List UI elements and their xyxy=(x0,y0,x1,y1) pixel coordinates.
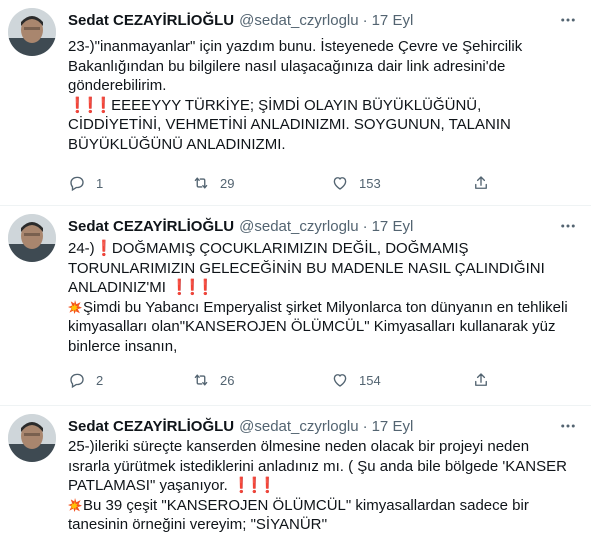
red-exclamation-emoji: ❗ xyxy=(196,279,215,296)
tweet-date[interactable]: 17 Eyl xyxy=(372,418,414,435)
text-line: 24-)❗ DOĞMAMIŞ ÇOCUKLARIMIZIN DEĞİL, DOĞ… xyxy=(68,239,583,259)
tweet-date[interactable]: 17 Eyl xyxy=(372,12,414,29)
red-exclamation-emoji: ❗ xyxy=(81,96,100,114)
tweet-header: Sedat CEZAYİRLİOĞLU @sedat_czyrloglu · 1… xyxy=(68,216,583,236)
text-line: Şimdi bu Yabancı Emperyalist şirket Mily… xyxy=(68,298,583,318)
text-line: 25-)ileriki süreçte kanserden ölmesine n… xyxy=(68,438,530,455)
reply-count: 1 xyxy=(96,175,104,191)
separator-dot: · xyxy=(362,417,368,435)
text-segment: ANLADINIZ'MI xyxy=(68,279,166,296)
reply-icon xyxy=(70,373,84,389)
tweet-header: Sedat CEZAYİRLİOĞLU @sedat_czyrloglu · 1… xyxy=(68,416,583,436)
text-line: ❗❗❗ EEEEYYY TÜRKİYE; ŞİMDİ OLAYIN BÜYÜKL… xyxy=(68,96,583,116)
red-exclamation-emoji: ❗ xyxy=(258,477,277,494)
red-exclamation-emoji: ❗ xyxy=(94,96,113,114)
text-line: TORUNLARIMIZIN GELECEĞİNİN BU MADENLE NA… xyxy=(68,259,545,277)
tweet-text: 23-)"inanmayanlar" için yazdım bunu. İst… xyxy=(68,37,583,154)
text-line: CİDDİYETİNİ, VEHMETİNİ ANLADINIZMI. SOYG… xyxy=(68,116,511,133)
author-name[interactable]: Sedat CEZAYİRLİOĞLU xyxy=(68,218,234,235)
text-line: tanesinin örneğini vereyim; "SİYANÜR'' xyxy=(68,516,328,533)
author-name[interactable]: Sedat CEZAYİRLİOĞLU xyxy=(68,12,234,29)
reply-icon xyxy=(70,176,84,192)
retweet-count: 29 xyxy=(220,175,235,191)
tweet-text: 24-)❗ DOĞMAMIŞ ÇOCUKLARIMIZIN DEĞİL, DOĞ… xyxy=(68,239,583,356)
author-name[interactable]: Sedat CEZAYİRLİOĞLU xyxy=(68,418,234,435)
text-segment: EEEEYYY TÜRKİYE; ŞİMDİ OLAYIN BÜYÜKLÜĞÜN… xyxy=(111,96,482,114)
heart-icon xyxy=(333,177,347,190)
text-line: kimyasalları olan"KANSEROJEN ÖLÜMCÜL" Ki… xyxy=(68,318,556,335)
red-exclamation-emoji: ❗ xyxy=(170,279,189,296)
tweet-header: Sedat CEZAYİRLİOĞLU @sedat_czyrloglu · 1… xyxy=(68,10,583,30)
red-exclamation-emoji: ❗ xyxy=(94,240,114,257)
reply-button[interactable]: 1 xyxy=(68,172,103,194)
text-line: PATLAMASI" yaşanıyor. ❗❗❗ xyxy=(68,476,583,496)
share-icon xyxy=(475,176,487,189)
text-segment: Bu 39 çeşit "KANSEROJEN ÖLÜMCÜL" kimyasa… xyxy=(83,496,529,514)
red-exclamation-emoji: ❗ xyxy=(183,279,202,296)
avatar[interactable] xyxy=(8,8,56,56)
text-line: Bakanlığından bu bilgilere nasıl ulaşaca… xyxy=(68,57,506,75)
more-horizontal-icon[interactable] xyxy=(557,216,579,236)
retweet-button[interactable]: 29 xyxy=(192,172,234,194)
tweet-1[interactable]: Sedat CEZAYİRLİOĞLU @sedat_czyrloglu · 1… xyxy=(0,0,591,206)
text-segment: Şimdi bu Yabancı Emperyalist şirket Mily… xyxy=(83,298,568,316)
collision-emoji xyxy=(68,497,82,512)
reply-button[interactable]: 2 xyxy=(68,369,103,391)
share-icon xyxy=(475,373,487,386)
text-line: binlerce insanın, xyxy=(68,337,178,355)
author-handle[interactable]: @sedat_czyrloglu xyxy=(239,12,358,29)
avatar[interactable] xyxy=(8,214,56,262)
avatar[interactable] xyxy=(8,414,56,462)
text-segment: PATLAMASI" yaşanıyor. xyxy=(68,477,228,494)
text-line: ısrarla yürütmek istediklerini anladınız… xyxy=(68,457,567,475)
tweet-actions: 1 29 153 xyxy=(68,172,508,194)
reply-count: 2 xyxy=(96,372,104,388)
separator-dot: · xyxy=(362,217,368,235)
like-count: 153 xyxy=(359,175,381,191)
retweet-icon xyxy=(194,177,208,189)
tweet-2[interactable]: Sedat CEZAYİRLİOĞLU @sedat_czyrloglu · 1… xyxy=(0,206,591,406)
red-exclamation-emoji: ❗ xyxy=(232,477,251,494)
author-handle[interactable]: @sedat_czyrloglu xyxy=(239,218,358,235)
text-segment: 24-) xyxy=(68,240,95,257)
text-line: 23-)"inanmayanlar" için yazdım bunu. İst… xyxy=(68,38,523,55)
retweet-icon xyxy=(194,374,208,386)
like-count: 154 xyxy=(359,372,381,388)
text-line: BÜYÜKLÜĞÜNÜ ANLADINIZMI. xyxy=(68,135,286,153)
more-horizontal-icon[interactable] xyxy=(557,416,579,436)
text-segment: DOĞMAMIŞ ÇOCUKLARIMIZIN DEĞİL, DOĞMAMIŞ xyxy=(111,240,469,257)
like-button[interactable]: 154 xyxy=(331,369,381,391)
share-button[interactable] xyxy=(472,172,490,194)
tweet-date[interactable]: 17 Eyl xyxy=(372,218,414,235)
text-line: Bu 39 çeşit "KANSEROJEN ÖLÜMCÜL" kimyasa… xyxy=(68,496,583,516)
retweet-count: 26 xyxy=(220,372,235,388)
red-exclamation-emoji: ❗ xyxy=(245,477,264,494)
retweet-button[interactable]: 26 xyxy=(192,369,234,391)
tweet-3[interactable]: Sedat CEZAYİRLİOĞLU @sedat_czyrloglu · 1… xyxy=(0,406,591,542)
heart-icon xyxy=(333,374,347,387)
separator-dot: · xyxy=(362,11,368,29)
collision-emoji xyxy=(68,299,82,314)
tweet-text: 25-)ileriki süreçte kanserden ölmesine n… xyxy=(68,437,583,535)
share-button[interactable] xyxy=(472,369,490,391)
more-horizontal-icon[interactable] xyxy=(557,10,579,30)
tweet-actions: 2 26 154 xyxy=(68,369,508,391)
like-button[interactable]: 153 xyxy=(331,172,381,194)
text-line: gönderebilirim. xyxy=(68,77,167,94)
red-exclamation-emoji: ❗ xyxy=(68,96,87,114)
author-handle[interactable]: @sedat_czyrloglu xyxy=(239,418,358,435)
text-line: ANLADINIZ'MI ❗❗❗ xyxy=(68,278,583,298)
